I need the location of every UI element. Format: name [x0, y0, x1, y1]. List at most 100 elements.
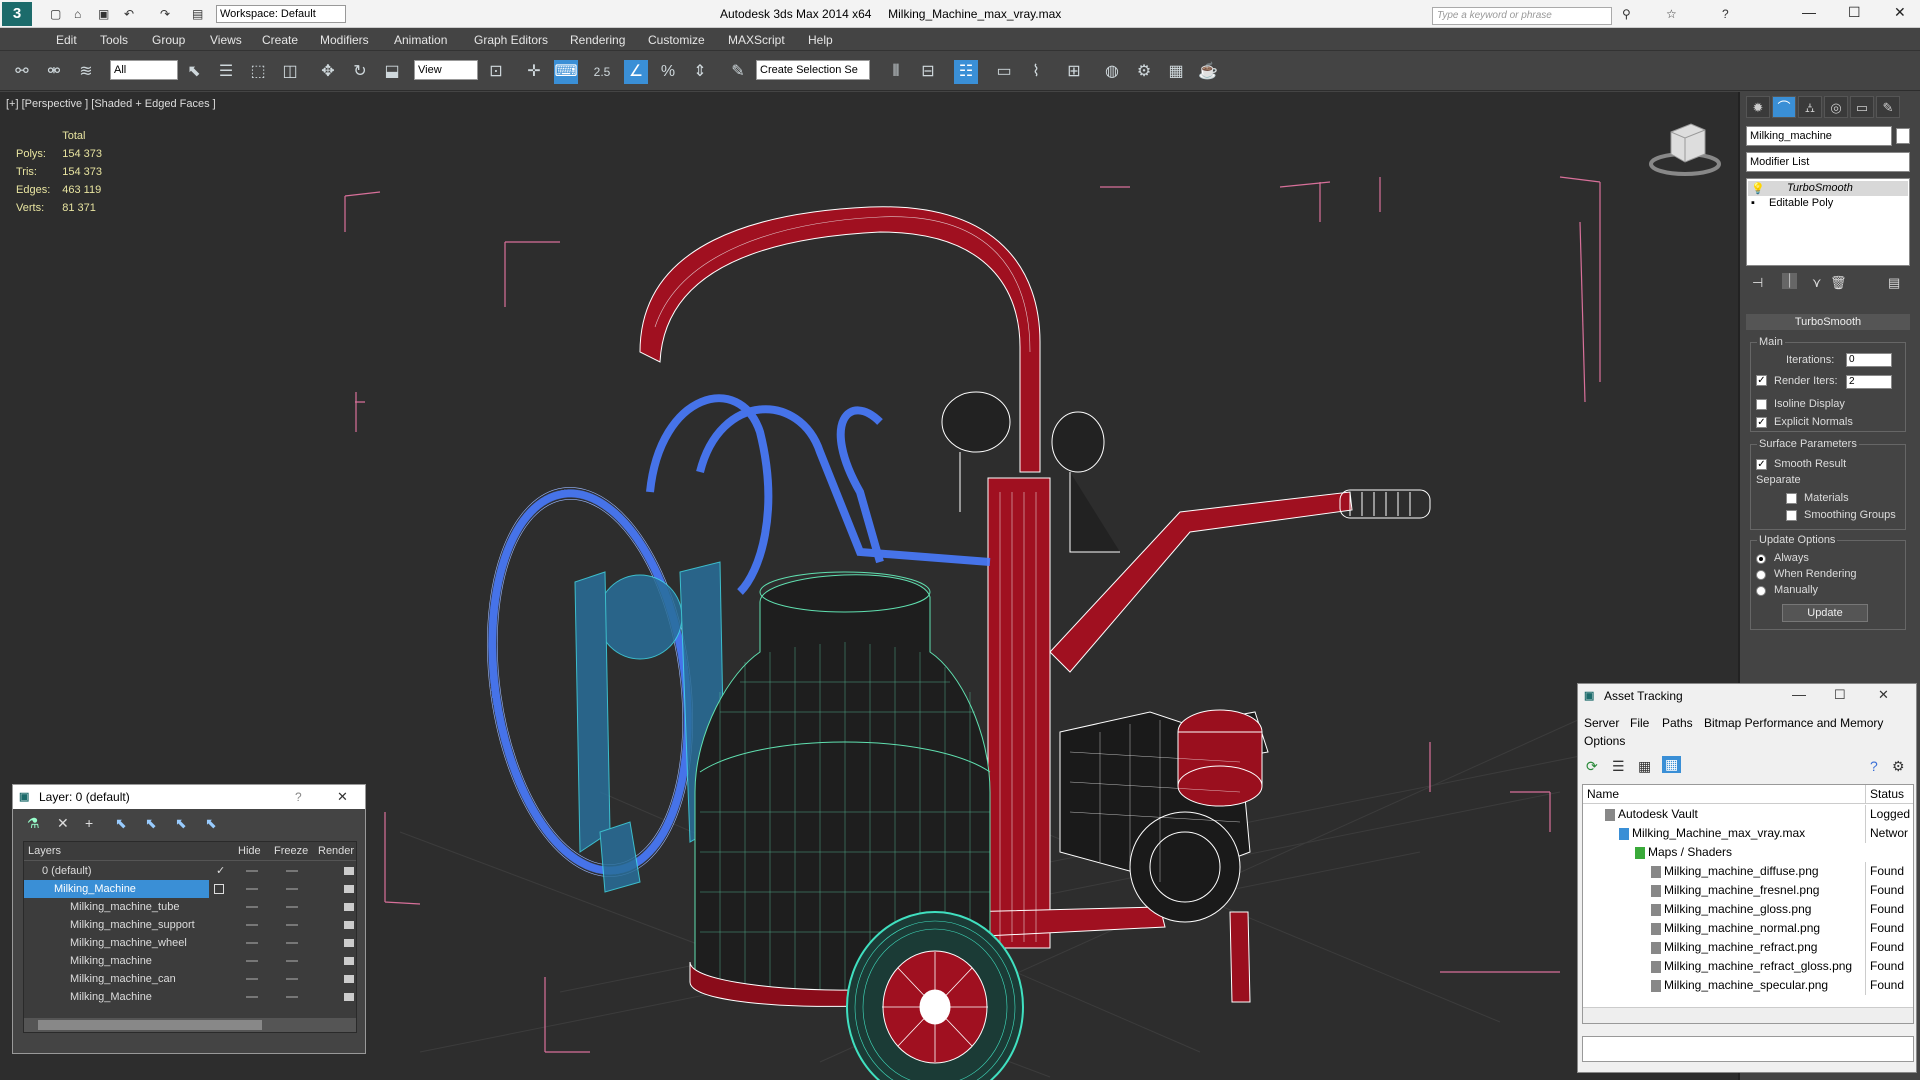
render-teapot-icon[interactable]: [344, 939, 354, 947]
select-by-name-icon[interactable]: ☰: [214, 60, 238, 84]
turbosmooth-rollout-header[interactable]: TurboSmooth: [1746, 314, 1910, 330]
modify-tab-icon[interactable]: ⌒: [1772, 96, 1796, 118]
modifier-turbosmooth[interactable]: TurboSmooth: [1787, 182, 1853, 194]
freeze-toggle[interactable]: [286, 888, 298, 890]
freeze-column-header[interactable]: Freeze: [274, 842, 308, 860]
edit-named-selection-icon[interactable]: ✎: [726, 60, 750, 84]
viewcube-icon[interactable]: [1645, 114, 1725, 184]
close-button[interactable]: ✕: [1894, 4, 1906, 21]
explicit-normals-checkbox[interactable]: ✓: [1756, 417, 1767, 428]
scrollbar-thumb[interactable]: [38, 1020, 262, 1030]
horizontal-scrollbar[interactable]: [24, 1018, 356, 1032]
asset-row[interactable]: Milking_machine_specular.png Found: [1583, 976, 1913, 995]
window-crossing-icon[interactable]: ◫: [278, 60, 302, 84]
layer-row[interactable]: 0 (default) ✓: [24, 862, 356, 880]
table-view-icon[interactable]: ▦: [1662, 756, 1682, 773]
delete-layer-icon[interactable]: ✕: [57, 815, 69, 832]
bind-spacewarp-icon[interactable]: ≋: [74, 60, 98, 84]
smoothing-groups-checkbox[interactable]: [1786, 510, 1797, 521]
render-teapot-icon[interactable]: [344, 903, 354, 911]
menu-group[interactable]: Group: [152, 33, 185, 47]
thumbnail-view-icon[interactable]: ▦: [1638, 758, 1651, 775]
layer-row[interactable]: Milking_machine_support: [24, 916, 356, 934]
rect-selection-icon[interactable]: ⬚: [246, 60, 270, 84]
asset-row[interactable]: Milking_machine_refract.png Found: [1583, 938, 1913, 957]
asset-horizontal-scrollbar[interactable]: [1583, 1007, 1913, 1023]
iterations-spinner[interactable]: 0: [1846, 353, 1892, 367]
name-column-header[interactable]: Name: [1587, 785, 1619, 804]
materials-checkbox[interactable]: [1786, 493, 1797, 504]
hide-toggle[interactable]: [246, 960, 258, 962]
save-file-icon[interactable]: ▣: [98, 7, 109, 21]
scale-icon[interactable]: ⬓: [380, 60, 404, 84]
select-object-icon[interactable]: ⬉: [182, 60, 206, 84]
asset-menu-file[interactable]: File: [1630, 716, 1649, 730]
render-teapot-icon[interactable]: [344, 975, 354, 983]
list-view-icon[interactable]: ☰: [1612, 758, 1625, 775]
layer-row[interactable]: Milking_machine_can: [24, 970, 356, 988]
render-production-icon[interactable]: ☕: [1196, 60, 1220, 84]
menu-rendering[interactable]: Rendering: [570, 33, 625, 47]
named-selection-dropdown[interactable]: Create Selection Se: [756, 60, 870, 80]
move-icon[interactable]: ✥: [316, 60, 340, 84]
mirror-icon[interactable]: ⫴: [884, 60, 908, 84]
freeze-toggle[interactable]: [286, 960, 298, 962]
new-file-icon[interactable]: ▢: [50, 7, 61, 21]
menu-edit[interactable]: Edit: [56, 33, 77, 47]
viewport-label[interactable]: [+] [Perspective ] [Shaded + Edged Faces…: [6, 98, 216, 110]
menu-create[interactable]: Create: [262, 33, 298, 47]
freeze-all-layers-icon[interactable]: ⬉: [205, 815, 217, 832]
app-logo-icon[interactable]: 3: [2, 2, 32, 26]
when-rendering-radio[interactable]: [1756, 570, 1766, 580]
object-name-field[interactable]: Milking_machine: [1746, 126, 1892, 146]
curve-editor-icon[interactable]: ⌇: [1024, 60, 1048, 84]
search-input[interactable]: Type a keyword or phrase: [1432, 7, 1612, 25]
freeze-toggle[interactable]: [286, 996, 298, 998]
material-editor-icon[interactable]: ◍: [1100, 60, 1124, 84]
create-tab-icon[interactable]: ✹: [1746, 96, 1770, 118]
keyboard-shortcut-toggle-icon[interactable]: ⌨: [554, 60, 578, 84]
align-icon[interactable]: ⊟: [916, 60, 940, 84]
current-layer-check-icon[interactable]: ✓: [216, 862, 225, 880]
menu-graph-editors[interactable]: Graph Editors: [474, 33, 548, 47]
binoculars-icon[interactable]: ⚲: [1622, 7, 1631, 21]
update-button[interactable]: Update: [1782, 604, 1868, 622]
asset-menu-server[interactable]: Server: [1584, 716, 1619, 730]
highlight-selected-icon[interactable]: ⬉: [145, 815, 157, 832]
asset-menu-options[interactable]: Options: [1584, 734, 1625, 748]
star-icon[interactable]: ☆: [1666, 7, 1677, 21]
asset-row[interactable]: Milking_machine_refract_gloss.png Found: [1583, 957, 1913, 976]
asset-row[interactable]: Autodesk Vault Logged: [1583, 805, 1913, 824]
hide-toggle[interactable]: [246, 888, 258, 890]
render-iters-spinner[interactable]: 2: [1846, 375, 1892, 389]
select-manipulate-icon[interactable]: ✛: [522, 60, 546, 84]
unlink-icon[interactable]: ⚮: [42, 60, 66, 84]
always-radio[interactable]: [1756, 554, 1766, 564]
hide-toggle[interactable]: [246, 978, 258, 980]
hide-all-layers-icon[interactable]: ⬉: [175, 815, 187, 832]
add-to-layer-icon[interactable]: +: [85, 815, 93, 831]
render-teapot-icon[interactable]: [344, 993, 354, 1001]
asset-row[interactable]: Milking_machine_fresnel.png Found: [1583, 881, 1913, 900]
layer-window-help-button[interactable]: ?: [295, 790, 302, 804]
freeze-toggle[interactable]: [286, 978, 298, 980]
asset-help-icon[interactable]: ?: [1870, 758, 1878, 774]
link-icon[interactable]: ⚯: [10, 60, 34, 84]
hide-toggle[interactable]: [246, 870, 258, 872]
status-column-header[interactable]: Status: [1865, 785, 1913, 804]
select-objects-icon[interactable]: ⬉: [115, 815, 127, 832]
menu-maxscript[interactable]: MAXScript: [728, 33, 785, 47]
layer-window-title[interactable]: Layer: 0 (default): [13, 785, 365, 809]
render-teapot-icon[interactable]: [344, 957, 354, 965]
asset-menu-paths[interactable]: Paths: [1662, 716, 1693, 730]
render-column-header[interactable]: Render: [318, 842, 354, 860]
hide-toggle[interactable]: [246, 924, 258, 926]
freeze-toggle[interactable]: [286, 942, 298, 944]
remove-modifier-icon[interactable]: 🗑: [1830, 275, 1847, 291]
modifier-list-dropdown[interactable]: Modifier List: [1746, 152, 1910, 172]
asset-window-title[interactable]: Asset Tracking: [1578, 684, 1916, 708]
isoline-display-checkbox[interactable]: [1756, 399, 1767, 410]
selection-filter-dropdown[interactable]: All: [110, 60, 178, 80]
layer-window-close-button[interactable]: ✕: [337, 789, 348, 805]
hide-toggle[interactable]: [246, 996, 258, 998]
